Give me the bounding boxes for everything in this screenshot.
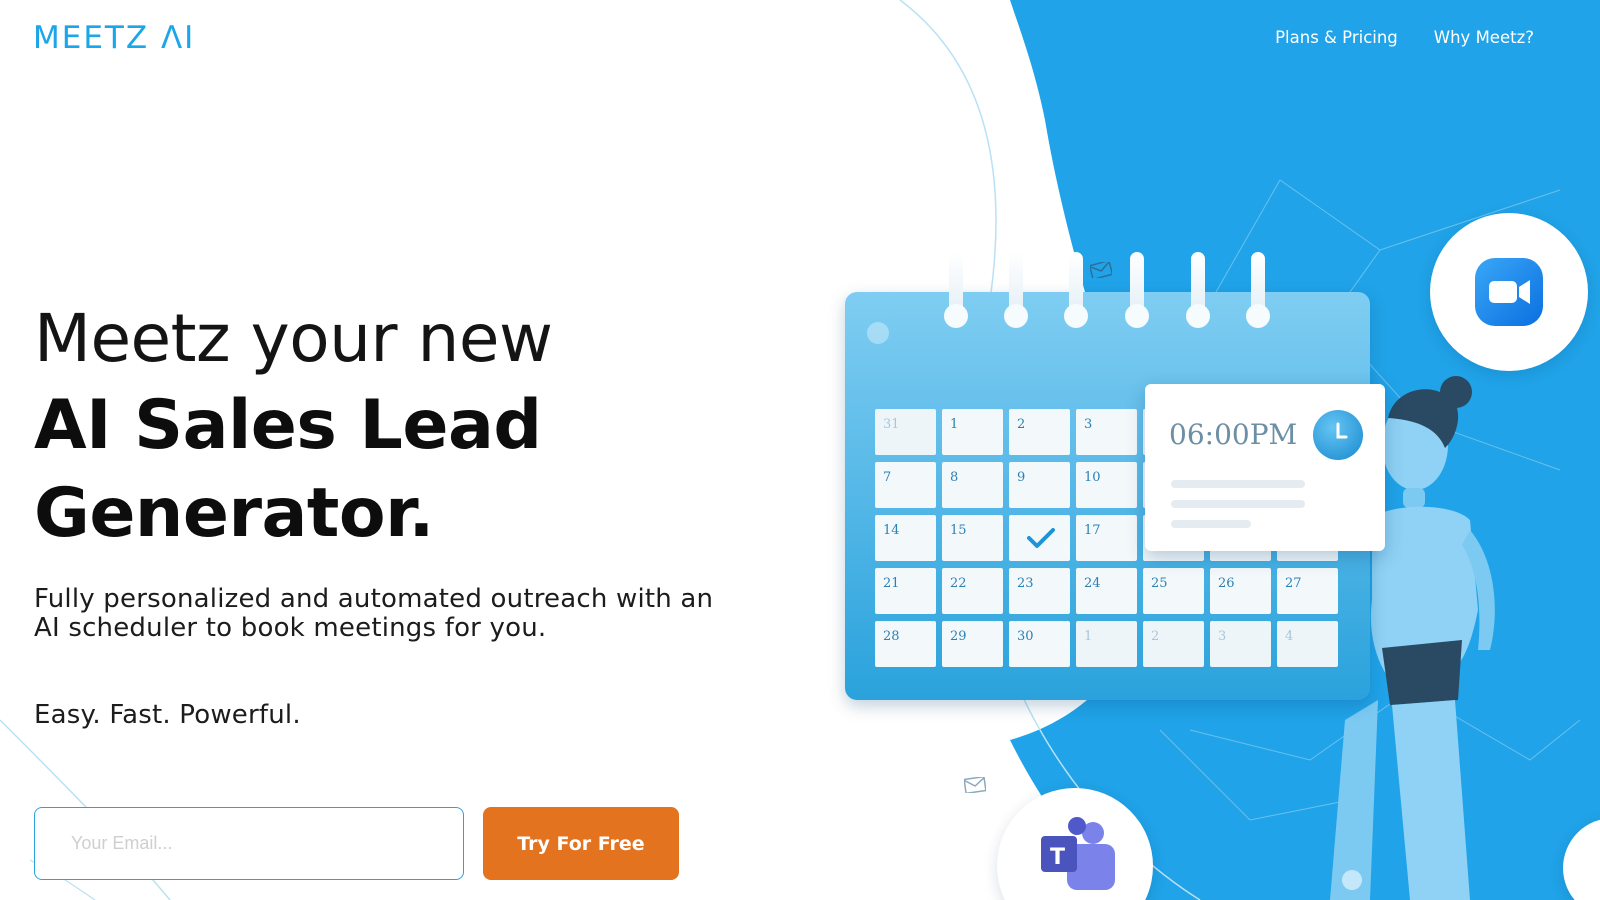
calendar-day-cell: 23 — [1009, 568, 1070, 614]
calendar-day-cell: 2 — [1143, 621, 1204, 667]
calendar-day-cell: 4 — [1277, 621, 1338, 667]
try-for-free-button[interactable]: Try For Free — [483, 807, 679, 880]
calendar-day-cell: 22 — [942, 568, 1003, 614]
calendar-day-cell: 25 — [1143, 568, 1204, 614]
hero-subtitle: Fully personalized and automated outreac… — [34, 584, 714, 643]
teams-icon: T — [1041, 817, 1115, 890]
headline-line-2: AI Sales Lead — [34, 386, 542, 465]
zoom-icon — [1475, 258, 1543, 326]
calendar-binder-ring — [1186, 252, 1210, 328]
top-nav: Plans & Pricing Why Meetz? — [1275, 28, 1534, 47]
meetz-logo[interactable]: MEETZ ΛI — [33, 20, 195, 56]
hero-tagline: Easy. Fast. Powerful. — [34, 700, 301, 730]
meeting-time-card: 06:00PM — [1145, 384, 1385, 551]
calendar-day-cell: 28 — [875, 621, 936, 667]
calendar-day-cell: 30 — [1009, 621, 1070, 667]
calendar-day-cell: 26 — [1210, 568, 1271, 614]
headline-line-3: Generator. — [34, 474, 434, 553]
placeholder-line — [1171, 500, 1305, 508]
calendar-binder-ring — [944, 252, 968, 328]
clock-icon — [1313, 410, 1363, 460]
calendar-day-cell: 2 — [1009, 409, 1070, 455]
hero-headline: Meetz your new AI Sales Lead Generator. — [34, 296, 754, 558]
check-icon — [1027, 528, 1055, 548]
placeholder-line — [1171, 480, 1305, 488]
teams-bubble: T — [997, 788, 1153, 900]
calendar-day-cell: 27 — [1277, 568, 1338, 614]
calendar-decor-dot — [867, 322, 889, 344]
calendar-day-cell: 8 — [942, 462, 1003, 508]
calendar-day-cell: 29 — [942, 621, 1003, 667]
calendar-day-cell — [1009, 515, 1070, 561]
calendar-day-cell: 14 — [875, 515, 936, 561]
calendar-binder-ring — [1064, 252, 1088, 328]
calendar-day-cell: 15 — [942, 515, 1003, 561]
placeholder-line — [1171, 520, 1251, 528]
nav-plans-pricing-link[interactable]: Plans & Pricing — [1275, 28, 1398, 47]
calendar-day-cell: 31 — [875, 409, 936, 455]
calendar-day-cell: 9 — [1009, 462, 1070, 508]
calendar-day-cell: 21 — [875, 568, 936, 614]
envelope-icon — [1090, 262, 1112, 278]
zoom-bubble — [1430, 213, 1588, 371]
calendar-day-cell: 1 — [1076, 621, 1137, 667]
calendar-day-cell: 17 — [1076, 515, 1137, 561]
envelope-icon — [964, 777, 986, 793]
calendar-day-cell: 24 — [1076, 568, 1137, 614]
calendar-day-cell: 3 — [1210, 621, 1271, 667]
calendar-day-cell: 7 — [875, 462, 936, 508]
nav-why-meetz-link[interactable]: Why Meetz? — [1434, 28, 1534, 47]
calendar-binder-ring — [1246, 252, 1270, 328]
calendar-binder-ring — [1125, 252, 1149, 328]
calendar-day-cell: 1 — [942, 409, 1003, 455]
email-input[interactable] — [34, 807, 464, 880]
calendar-day-cell: 10 — [1076, 462, 1137, 508]
meeting-time: 06:00PM — [1169, 418, 1298, 451]
calendar-binder-ring — [1004, 252, 1028, 328]
headline-line-1: Meetz your new — [34, 300, 553, 377]
calendar-day-cell: 3 — [1076, 409, 1137, 455]
svg-text:T: T — [1050, 845, 1065, 870]
